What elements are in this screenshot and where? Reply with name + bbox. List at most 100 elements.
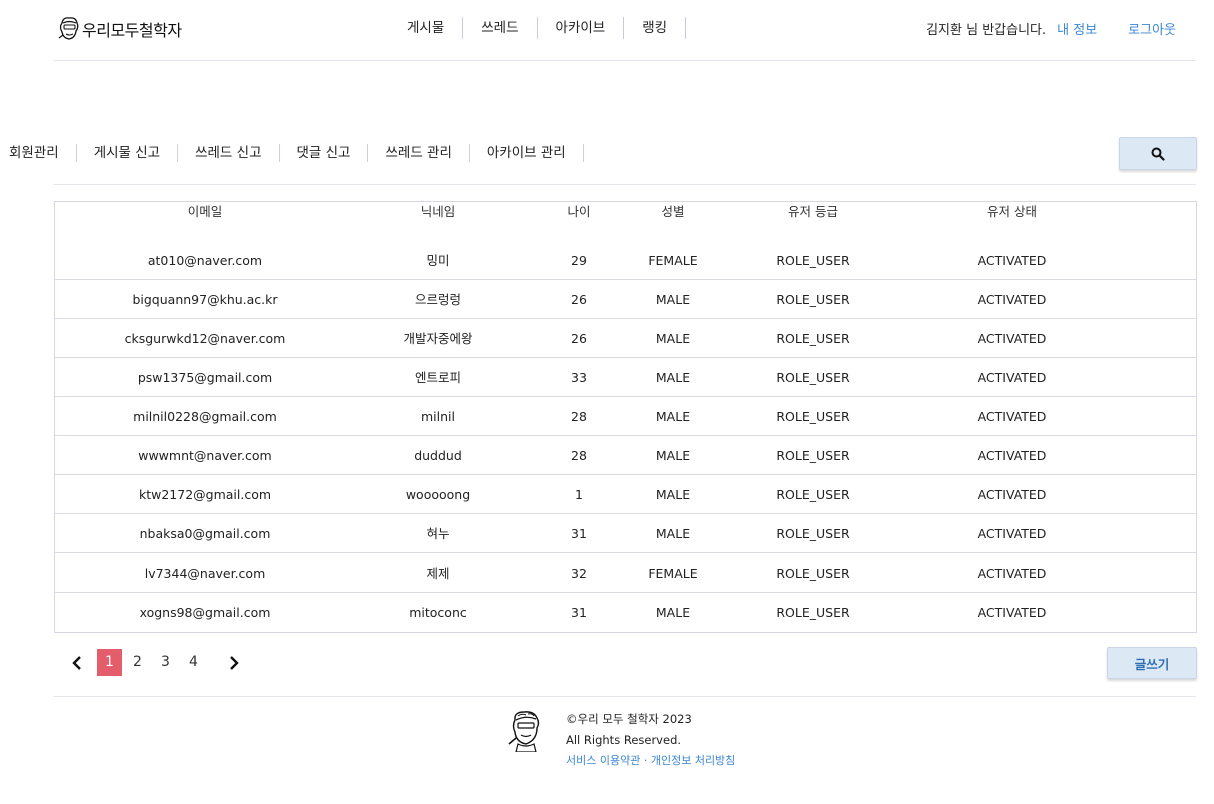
cell-role: ROLE_USER [776, 292, 850, 307]
cell-email: milnil0228@gmail.com [133, 409, 277, 424]
table-row[interactable]: psw1375@gmail.com 엔트로피 33 MALE ROLE_USER… [55, 358, 1196, 397]
admin-item-thread-reports[interactable]: 쓰레드 신고 [178, 144, 280, 162]
cell-status: ACTIVATED [977, 409, 1047, 424]
cell-email: bigquann97@khu.ac.kr [132, 292, 278, 307]
header-nickname[interactable]: 닉네임 [338, 202, 538, 222]
cell-status: ACTIVATED [977, 526, 1047, 541]
cell-gender: MALE [655, 526, 691, 541]
nav-item-archive[interactable]: 아카이브 [538, 17, 625, 39]
cell-status: ACTIVATED [977, 253, 1047, 268]
nav-item-threads[interactable]: 쓰레드 [463, 17, 538, 39]
my-info-link[interactable]: 내 정보 [1057, 19, 1097, 38]
cell-gender: MALE [655, 370, 691, 385]
admin-item-members[interactable]: 회원관리 [0, 144, 77, 162]
cell-role: ROLE_USER [776, 370, 850, 385]
write-button[interactable]: 글쓰기 [1107, 647, 1197, 679]
table-row[interactable]: lv7344@naver.com 제제 32 FEMALE ROLE_USER … [55, 554, 1196, 593]
cell-role: ROLE_USER [776, 448, 850, 463]
page-number-3[interactable]: 3 [153, 649, 178, 676]
admin-item-comment-reports[interactable]: 댓글 신고 [280, 144, 369, 162]
next-page-button[interactable] [223, 649, 245, 676]
terms-link[interactable]: 서비스 이용약관 [566, 754, 640, 767]
cell-email: lv7344@naver.com [144, 566, 266, 581]
privacy-link[interactable]: 개인정보 처리방침 [651, 754, 735, 767]
cell-role: ROLE_USER [776, 253, 850, 268]
user-area: 김지환 님 반갑습니다. 내 정보 로그아웃 [926, 19, 1176, 38]
site-logo[interactable]: 우리모두철학자 [54, 14, 182, 44]
table-row[interactable]: ktw2172@gmail.com wooooong 1 MALE ROLE_U… [55, 475, 1196, 514]
header-status[interactable]: 유저 상태 [942, 202, 1082, 222]
cell-email: psw1375@gmail.com [137, 370, 273, 385]
search-icon [1151, 147, 1165, 161]
cell-nickname: mitoconc [409, 605, 467, 620]
cell-gender: MALE [655, 331, 691, 346]
cell-status: ACTIVATED [977, 292, 1047, 307]
table-row[interactable]: bigquann97@khu.ac.kr 으르렁렁 26 MALE ROLE_U… [55, 280, 1196, 319]
cell-status: ACTIVATED [977, 605, 1047, 620]
cell-gender: FEMALE [648, 253, 698, 268]
cell-age: 31 [571, 605, 587, 620]
nav-item-posts[interactable]: 게시물 [389, 17, 464, 39]
cell-age: 28 [571, 448, 587, 463]
section-divider [54, 184, 1196, 185]
cell-nickname: 엔트로피 [414, 370, 461, 385]
prev-page-button[interactable] [66, 649, 88, 676]
cell-gender: MALE [655, 487, 691, 502]
user-greeting: 김지환 님 반갑습니다. [926, 23, 1047, 38]
footer-link-separator: · [640, 754, 651, 767]
header-gender[interactable]: 성별 [623, 202, 723, 222]
admin-item-post-reports[interactable]: 게시물 신고 [77, 144, 179, 162]
cell-role: ROLE_USER [776, 487, 850, 502]
table-header: 이메일 닉네임 나이 성별 유저 등급 유저 상태 [55, 202, 1196, 242]
cell-email: xogns98@gmail.com [139, 605, 271, 620]
cell-nickname: 으르렁렁 [414, 292, 461, 307]
philosopher-logo-icon [58, 17, 79, 40]
cell-gender: MALE [655, 409, 691, 424]
logout-link[interactable]: 로그아웃 [1128, 19, 1176, 38]
table-row[interactable]: wwwmnt@naver.com duddud 28 MALE ROLE_USE… [55, 436, 1196, 475]
table-row[interactable]: at010@naver.com 밍미 29 FEMALE ROLE_USER A… [55, 241, 1196, 280]
site-header: 우리모두철학자 게시물 쓰레드 아카이브 랭킹 김지환 님 반갑습니다. 내 정… [54, 0, 1196, 61]
cell-role: ROLE_USER [776, 566, 850, 581]
page-number-2[interactable]: 2 [125, 649, 150, 676]
cell-age: 32 [571, 566, 587, 581]
admin-nav: 회원관리 게시물 신고 쓰레드 신고 댓글 신고 쓰레드 관리 아카이브 관리 [0, 144, 584, 162]
table-row[interactable]: cksgurwkd12@naver.com 개발자중에왕 26 MALE ROL… [55, 319, 1196, 358]
cell-status: ACTIVATED [977, 370, 1047, 385]
cell-gender: MALE [655, 448, 691, 463]
cell-age: 1 [575, 487, 583, 502]
cell-age: 28 [571, 409, 587, 424]
cell-email: nbaksa0@gmail.com [139, 526, 271, 541]
cell-role: ROLE_USER [776, 331, 850, 346]
cell-age: 29 [571, 253, 587, 268]
cell-gender: MALE [655, 292, 691, 307]
header-email[interactable]: 이메일 [80, 202, 330, 222]
cell-email: cksgurwkd12@naver.com [124, 331, 286, 346]
chevron-left-icon [72, 655, 81, 670]
header-role[interactable]: 유저 등급 [748, 202, 878, 222]
table-row[interactable]: xogns98@gmail.com mitoconc 31 MALE ROLE_… [55, 593, 1196, 632]
admin-item-thread-manage[interactable]: 쓰레드 관리 [368, 144, 470, 162]
table-row[interactable]: milnil0228@gmail.com milnil 28 MALE ROLE… [55, 397, 1196, 436]
table-row[interactable]: nbaksa0@gmail.com 혀누 31 MALE ROLE_USER A… [55, 514, 1196, 553]
page-number-1[interactable]: 1 [97, 649, 122, 676]
nav-item-ranking[interactable]: 랭킹 [624, 17, 687, 39]
cell-role: ROLE_USER [776, 605, 850, 620]
footer-text: ©우리 모두 철학자 2023 All Rights Reserved. 서비스… [566, 711, 735, 774]
header-age[interactable]: 나이 [549, 202, 609, 222]
cell-nickname: 제제 [426, 566, 450, 581]
cell-role: ROLE_USER [776, 526, 850, 541]
pagination: 1 2 3 4 [66, 649, 245, 676]
admin-item-archive-manage[interactable]: 아카이브 관리 [470, 144, 584, 162]
logo-text: 우리모두철학자 [82, 21, 182, 40]
cell-gender: FEMALE [648, 566, 698, 581]
cell-status: ACTIVATED [977, 487, 1047, 502]
cell-role: ROLE_USER [776, 409, 850, 424]
cell-email: at010@naver.com [147, 253, 263, 268]
cell-status: ACTIVATED [977, 448, 1047, 463]
footer-links: 서비스 이용약관 · 개인정보 처리방침 [566, 753, 735, 774]
footer-rights: All Rights Reserved. [566, 733, 682, 747]
search-button[interactable] [1119, 137, 1197, 170]
cell-status: ACTIVATED [977, 331, 1047, 346]
page-number-4[interactable]: 4 [181, 649, 206, 676]
